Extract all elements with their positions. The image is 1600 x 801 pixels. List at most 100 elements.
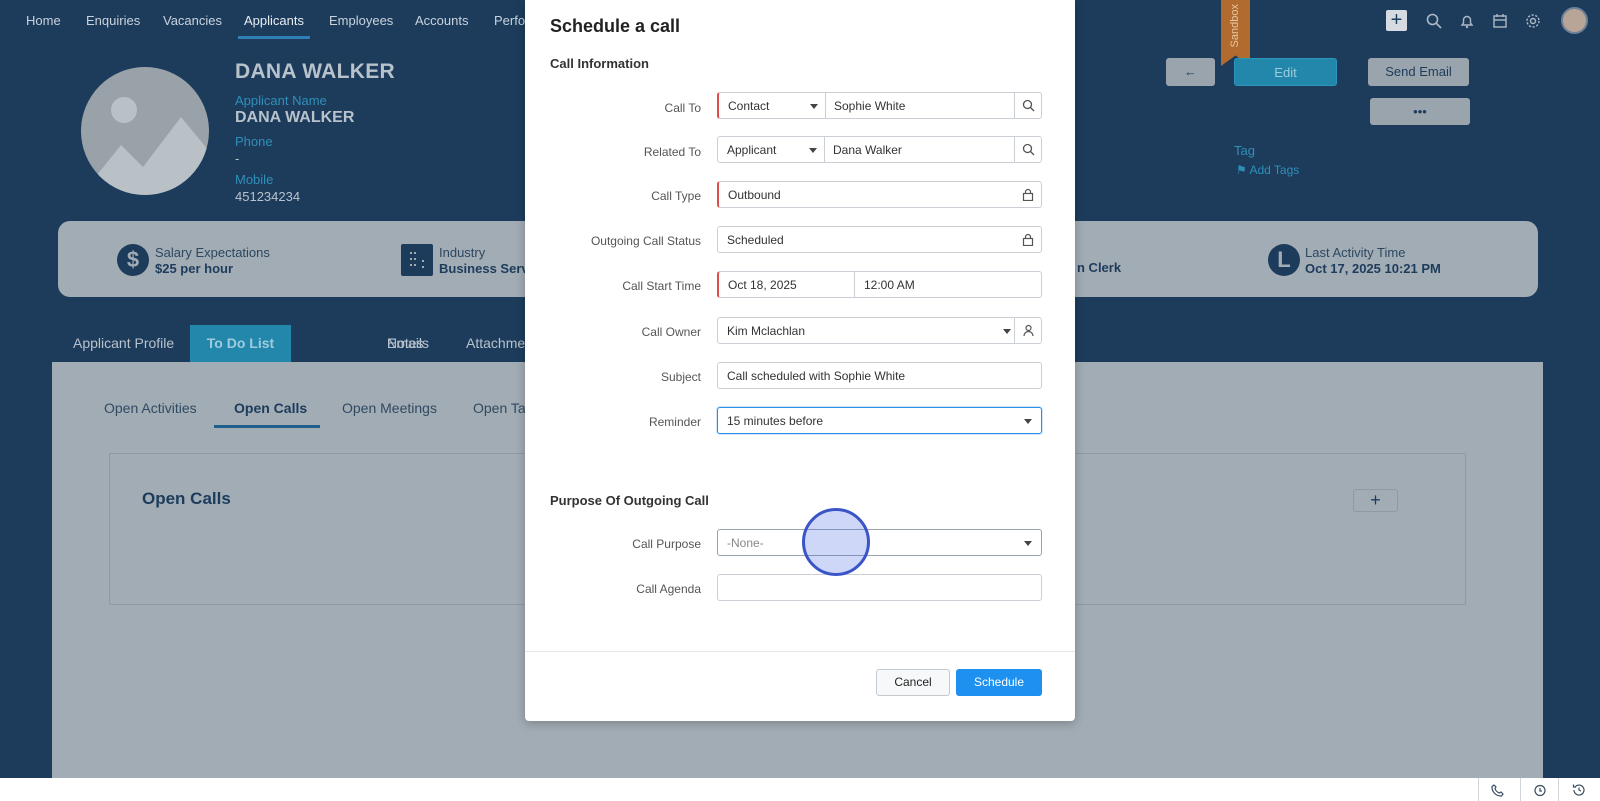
send-email-button[interactable]: Send Email xyxy=(1368,58,1469,86)
nav-active-indicator xyxy=(238,36,310,39)
call-to-value[interactable]: Sophie White xyxy=(834,99,905,113)
call-information-heading: Call Information xyxy=(550,56,649,71)
subtab-active-indicator xyxy=(214,425,320,428)
start-time-field: Oct 18, 2025 12:00 AM xyxy=(717,271,1042,298)
start-time-input[interactable]: 12:00 AM xyxy=(864,278,915,292)
related-to-label: Related To xyxy=(643,145,701,159)
nav-vacancies[interactable]: Vacancies xyxy=(163,13,222,28)
footer-separator xyxy=(1520,778,1521,801)
owner-value: Kim Mclachlan xyxy=(727,324,806,338)
search-icon[interactable] xyxy=(1425,12,1443,30)
mobile-label: Mobile xyxy=(235,172,274,187)
calendar-icon[interactable] xyxy=(1491,12,1509,30)
related-to-field: Applicant Dana Walker xyxy=(717,136,1042,163)
subtab-open-calls[interactable]: Open Calls xyxy=(234,400,307,416)
chevron-down-icon xyxy=(1024,541,1032,546)
purpose-label: Call Purpose xyxy=(632,537,701,551)
alarm-clock-icon[interactable] xyxy=(1533,783,1547,797)
back-button[interactable]: ← xyxy=(1166,58,1215,86)
add-tags-label: Add Tags xyxy=(1249,163,1300,177)
search-icon xyxy=(1022,143,1035,156)
applicant-photo-placeholder xyxy=(81,67,209,195)
call-to-lookup-button[interactable] xyxy=(1014,93,1041,118)
reminder-value: 15 minutes before xyxy=(727,414,824,428)
chevron-down-icon xyxy=(1003,329,1011,334)
dialog-title: Schedule a call xyxy=(550,16,681,36)
footer-bar xyxy=(0,778,1600,801)
nav-employees[interactable]: Employees xyxy=(329,13,393,28)
add-tags-link[interactable]: ⚑ Add Tags xyxy=(1236,163,1299,177)
arrow-left-icon: ← xyxy=(1184,64,1197,79)
open-calls-title: Open Calls xyxy=(142,489,231,508)
applicant-name-label: Applicant Name xyxy=(235,93,327,108)
nav-home[interactable]: Home xyxy=(26,13,61,28)
owner-field[interactable]: Kim Mclachlan xyxy=(717,317,1042,344)
dialog-footer-divider xyxy=(525,651,1075,652)
lock-icon xyxy=(1022,188,1034,202)
purpose-heading: Purpose Of Outgoing Call xyxy=(550,493,709,508)
purpose-select[interactable]: -None- xyxy=(717,529,1042,556)
edit-button[interactable]: Edit xyxy=(1234,58,1337,86)
history-icon[interactable] xyxy=(1572,783,1586,797)
reminder-select[interactable]: 15 minutes before xyxy=(717,407,1042,434)
create-new-icon[interactable]: + xyxy=(1386,10,1407,31)
click-indicator xyxy=(802,508,870,576)
call-type-value: Outbound xyxy=(728,188,781,202)
tab-to-do-list[interactable]: To Do List xyxy=(190,325,291,362)
related-to-type-select[interactable]: Applicant xyxy=(718,137,825,162)
tab-applicant-profile[interactable]: Applicant Profile xyxy=(73,335,174,351)
purpose-value: -None- xyxy=(727,536,764,550)
industry-label: Industry xyxy=(439,245,486,260)
tab-to-do-list-label: To Do List xyxy=(206,335,275,351)
footer-separator xyxy=(1478,778,1479,801)
reminder-label: Reminder xyxy=(648,415,701,429)
owner-label: Call Owner xyxy=(641,325,701,339)
chevron-down-icon xyxy=(810,104,818,109)
nav-enquiries[interactable]: Enquiries xyxy=(86,13,140,28)
salary-label: Salary Expectations xyxy=(155,245,270,260)
sandbox-ribbon: Sandbox xyxy=(1221,0,1250,66)
lock-icon xyxy=(1022,233,1034,247)
start-date-input[interactable]: Oct 18, 2025 xyxy=(719,272,855,297)
agenda-input[interactable] xyxy=(717,574,1042,601)
cancel-button[interactable]: Cancel xyxy=(876,669,950,696)
phone-label: Phone xyxy=(235,134,273,149)
applicant-name-value: DANA WALKER xyxy=(235,109,355,126)
user-avatar[interactable] xyxy=(1561,7,1588,34)
last-activity-value: Oct 17, 2025 10:21 PM xyxy=(1305,261,1441,276)
subtab-open-activities[interactable]: Open Activities xyxy=(104,400,197,416)
owner-lookup-button[interactable] xyxy=(1014,318,1041,343)
related-to-value[interactable]: Dana Walker xyxy=(833,143,902,157)
tag-icon: ⚑ xyxy=(1236,163,1247,177)
call-to-type-select[interactable]: Contact xyxy=(719,93,826,118)
schedule-button[interactable]: Schedule xyxy=(956,669,1042,696)
salary-value: $25 per hour xyxy=(155,261,234,276)
call-to-type-value: Contact xyxy=(728,99,770,113)
nav-accounts[interactable]: Accounts xyxy=(415,13,468,28)
applicant-name-heading: DANA WALKER xyxy=(235,60,396,83)
nav-applicants[interactable]: Applicants xyxy=(244,13,304,28)
start-date-value: Oct 18, 2025 xyxy=(728,278,797,292)
subject-value: Call scheduled with Sophie White xyxy=(727,369,906,383)
more-actions-button[interactable]: ••• xyxy=(1370,98,1470,125)
bell-icon[interactable] xyxy=(1458,12,1476,30)
user-icon xyxy=(1023,324,1034,337)
call-to-label: Call To xyxy=(664,101,701,115)
phone-value: - xyxy=(235,151,240,166)
subtab-open-tasks[interactable]: Open Tas xyxy=(473,400,533,416)
tag-label: Tag xyxy=(1234,143,1255,158)
tab-attachments[interactable]: Attachme xyxy=(466,335,525,351)
gear-icon[interactable] xyxy=(1524,12,1542,30)
dollar-icon: $ xyxy=(117,244,149,276)
mobile-value: 451234234 xyxy=(235,189,301,204)
subject-input[interactable]: Call scheduled with Sophie White xyxy=(717,362,1042,389)
call-status-label: Outgoing Call Status xyxy=(590,234,701,248)
tab-emails[interactable]: Emails xyxy=(387,335,429,351)
subtab-open-meetings[interactable]: Open Meetings xyxy=(342,400,437,416)
related-to-lookup-button[interactable] xyxy=(1014,137,1041,162)
subject-label: Subject xyxy=(660,370,701,384)
call-log-icon[interactable] xyxy=(1491,783,1505,797)
add-call-button[interactable]: + xyxy=(1353,489,1398,512)
start-time-label: Call Start Time xyxy=(622,279,701,293)
chevron-down-icon xyxy=(1024,419,1032,424)
